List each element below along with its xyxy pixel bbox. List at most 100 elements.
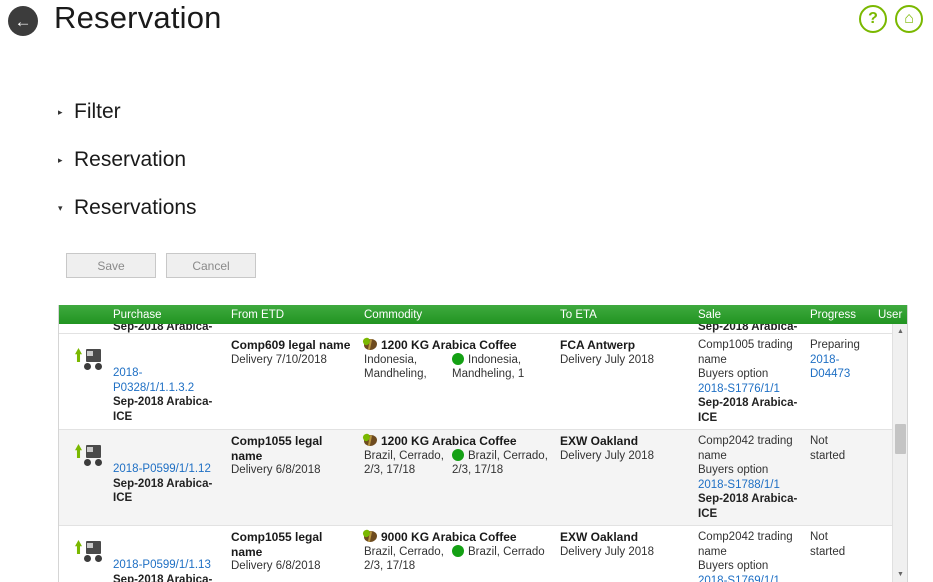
- purchase-cell: 2018-P0599/1/1.13 Sep-2018 Arabica-ICE: [107, 526, 225, 582]
- to-eta-title: FCA Antwerp: [560, 338, 636, 352]
- sale-line2: Buyers option: [698, 560, 769, 572]
- column-header-sale[interactable]: Sale: [692, 309, 804, 321]
- commodity-title-text: 1200 KG Arabica Coffee: [381, 434, 517, 448]
- status-dot-icon: [452, 544, 464, 557]
- section-filter[interactable]: ▸ Filter: [58, 88, 933, 136]
- row-icon-cell: [59, 324, 107, 333]
- chevron-down-icon: ▾: [58, 202, 63, 213]
- section-reservations[interactable]: ▾ Reservations: [58, 184, 933, 232]
- scroll-down-button[interactable]: ▼: [893, 567, 907, 582]
- cancel-button[interactable]: Cancel: [166, 253, 256, 278]
- coffee-bean-icon: [364, 531, 377, 542]
- grid-vertical-scrollbar[interactable]: ▲ ▼: [892, 324, 907, 582]
- scrollbar-thumb[interactable]: [895, 424, 906, 454]
- truck-icon: [73, 538, 103, 564]
- sale-line1: Comp2042 trading name: [698, 531, 793, 558]
- progress-cell: Preparing 2018-D04473: [804, 334, 872, 429]
- sale-line1: Comp2042 trading name: [698, 435, 793, 462]
- commodity-partial: [358, 324, 554, 333]
- purchase-cell: 2018-P0599/1/1.12 Sep-2018 Arabica-ICE: [107, 430, 225, 525]
- help-button[interactable]: ?: [859, 5, 887, 33]
- status-dot-icon: [452, 448, 464, 461]
- table-row[interactable]: Sep-2018 Arabica-ICE Sep-2018 Arabica-IC…: [59, 324, 907, 334]
- purchase-link[interactable]: 2018-P0599/1/1.13: [113, 558, 219, 573]
- to-eta-title: EXW Oakland: [560, 434, 639, 448]
- progress-cell: Not started: [804, 430, 872, 525]
- home-button[interactable]: ⌂: [895, 5, 923, 33]
- column-header-commodity[interactable]: Commodity: [358, 309, 554, 321]
- from-etd-title: Comp1055 legal name: [231, 530, 323, 559]
- purchase-link[interactable]: 2018-P0328/1/1.1.3.2: [113, 366, 219, 395]
- chevron-right-icon: ▸: [58, 154, 63, 165]
- back-arrow-icon: ←: [14, 11, 32, 31]
- purchase-footer: Sep-2018 Arabica-ICE: [113, 573, 213, 582]
- origin-sale: Brazil, Cerrado: [452, 544, 548, 574]
- to-eta-sub: Delivery July 2018: [560, 545, 654, 558]
- header-icon-group: ? ⌂: [859, 5, 923, 33]
- section-filter-label: Filter: [74, 100, 121, 123]
- sale-line2: Buyers option: [698, 464, 769, 476]
- row-icon-cell: [59, 526, 107, 582]
- column-header-from-etd[interactable]: From ETD: [225, 309, 358, 321]
- question-mark-icon: ?: [868, 10, 878, 27]
- progress-status: Not started: [810, 435, 846, 462]
- progress-link[interactable]: 2018-D04473: [810, 353, 866, 382]
- sale-cell: Comp2042 trading name Buyers option 2018…: [692, 430, 804, 525]
- sale-link[interactable]: 2018-S1776/1/1: [698, 382, 798, 397]
- from-etd-cell: Comp1055 legal name Delivery 6/8/2018: [225, 430, 358, 525]
- sale-cell: Comp2042 trading name Buyers option 2018…: [692, 526, 804, 582]
- truck-icon: [73, 442, 103, 468]
- origin-purchase: Indonesia, Mandheling,: [364, 353, 427, 381]
- from-etd-cell: Comp1055 legal name Delivery 6/8/2018: [225, 526, 358, 582]
- sale-line1: Comp1005 trading name: [698, 339, 793, 366]
- origin-sale: Indonesia, Mandheling, 1: [452, 352, 548, 382]
- back-button[interactable]: ←: [8, 6, 38, 36]
- sale-link[interactable]: 2018-S1769/1/1: [698, 574, 798, 582]
- reservations-grid: Purchase From ETD Commodity To ETA Sale …: [58, 305, 908, 582]
- sale-link[interactable]: 2018-S1788/1/1: [698, 478, 798, 493]
- progress-cell: Not started: [804, 526, 872, 582]
- progress-status: Preparing: [810, 339, 860, 351]
- column-header-to-eta[interactable]: To ETA: [554, 309, 692, 321]
- purchase-link[interactable]: 2018-P0599/1/1.12: [113, 462, 219, 477]
- to-eta-title: EXW Oakland: [560, 530, 639, 544]
- from-etd-sub: Delivery 6/8/2018: [231, 464, 321, 476]
- commodity-title: 9000 KG Arabica Coffee: [364, 530, 548, 545]
- column-header-purchase[interactable]: Purchase: [107, 309, 225, 321]
- table-row[interactable]: 2018-P0599/1/1.12 Sep-2018 Arabica-ICE C…: [59, 430, 907, 526]
- grid-header-row: Purchase From ETD Commodity To ETA Sale …: [59, 305, 907, 324]
- column-header-progress[interactable]: Progress: [804, 309, 872, 321]
- table-row[interactable]: 2018-P0599/1/1.13 Sep-2018 Arabica-ICE C…: [59, 526, 907, 582]
- coffee-bean-icon: [364, 435, 377, 446]
- column-header-user[interactable]: User: [872, 309, 907, 321]
- commodity-origins: Brazil, Cerrado, 2/3, 17/18 Brazil, Cerr…: [364, 544, 548, 574]
- sale-footer: Sep-2018 Arabica-ICE: [698, 493, 798, 520]
- from-etd-sub: Delivery 6/8/2018: [231, 560, 321, 572]
- origin-sale: Brazil, Cerrado, 2/3, 17/18: [452, 448, 548, 478]
- chevron-right-icon: ▸: [58, 106, 63, 117]
- section-reservations-label: Reservations: [74, 196, 197, 219]
- origin-sale-text: Brazil, Cerrado, 2/3, 17/18: [452, 449, 548, 477]
- table-row[interactable]: 2018-P0328/1/1.1.3.2 Sep-2018 Arabica-IC…: [59, 334, 907, 430]
- commodity-title-text: 9000 KG Arabica Coffee: [381, 530, 517, 544]
- from-etd-title: Comp1055 legal name: [231, 434, 323, 463]
- form-actions: Save Cancel: [66, 253, 256, 278]
- to-eta-partial: [554, 324, 692, 333]
- coffee-bean-icon: [364, 339, 377, 350]
- row-icon-cell: [59, 430, 107, 525]
- save-button[interactable]: Save: [66, 253, 156, 278]
- section-reservation-label: Reservation: [74, 148, 187, 171]
- status-dot-icon: [452, 352, 464, 365]
- commodity-title-text: 1200 KG Arabica Coffee: [381, 338, 517, 352]
- reservation-page: ← Reservation ? ⌂ ▸ Filter ▸ Reservation…: [0, 0, 933, 582]
- to-eta-cell: FCA Antwerp Delivery July 2018: [554, 334, 692, 429]
- sale-line2: Buyers option: [698, 368, 769, 380]
- commodity-cell: 9000 KG Arabica Coffee Brazil, Cerrado, …: [358, 526, 554, 582]
- section-reservation[interactable]: ▸ Reservation: [58, 136, 933, 184]
- sale-footer: Sep-2018 Arabica-ICE: [698, 397, 798, 424]
- scroll-up-button[interactable]: ▲: [893, 324, 907, 339]
- commodity-title: 1200 KG Arabica Coffee: [364, 434, 548, 449]
- sale-cell: Comp1005 trading name Buyers option 2018…: [692, 334, 804, 429]
- truck-icon: [73, 346, 103, 372]
- progress-partial: [804, 324, 872, 333]
